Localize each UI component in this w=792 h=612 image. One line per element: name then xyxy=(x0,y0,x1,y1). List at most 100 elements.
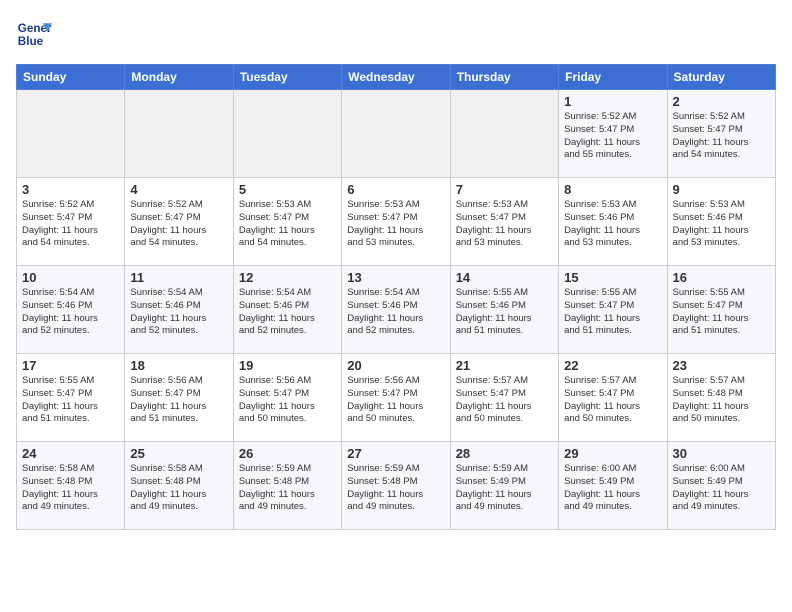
day-number: 2 xyxy=(673,94,770,109)
calendar-cell: 12 Sunrise: 5:54 AM Sunset: 5:46 PM Dayli… xyxy=(233,266,341,354)
day-number: 20 xyxy=(347,358,444,373)
calendar-cell: 19 Sunrise: 5:56 AM Sunset: 5:47 PM Dayli… xyxy=(233,354,341,442)
day-info: Sunrise: 5:56 AM Sunset: 5:47 PM Dayligh… xyxy=(239,375,336,426)
page-header: General Blue xyxy=(16,16,776,52)
day-info: Sunrise: 5:57 AM Sunset: 5:48 PM Dayligh… xyxy=(673,375,770,426)
calendar-cell: 9Sunrise: 5:53 AM Sunset: 5:46 PM Daylig… xyxy=(667,178,775,266)
day-info: Sunrise: 5:56 AM Sunset: 5:47 PM Dayligh… xyxy=(347,375,444,426)
day-number: 30 xyxy=(673,446,770,461)
calendar-week: 3 Sunrise: 5:52 AM Sunset: 5:47 PM Daylig… xyxy=(17,178,776,266)
day-info: Sunrise: 5:53 AM Sunset: 5:47 PM Dayligh… xyxy=(456,199,553,250)
calendar-cell: 15 Sunrise: 5:55 AM Sunset: 5:47 PM Dayli… xyxy=(559,266,667,354)
calendar-cell: 28 Sunrise: 5:59 AM Sunset: 5:49 PM Dayli… xyxy=(450,442,558,530)
day-number: 29 xyxy=(564,446,661,461)
calendar-cell: 23Sunrise: 5:57 AM Sunset: 5:48 PM Dayli… xyxy=(667,354,775,442)
day-number: 5 xyxy=(239,182,336,197)
day-info: Sunrise: 5:57 AM Sunset: 5:47 PM Dayligh… xyxy=(564,375,661,426)
calendar-cell: 17 Sunrise: 5:55 AM Sunset: 5:47 PM Dayli… xyxy=(17,354,125,442)
day-number: 10 xyxy=(22,270,119,285)
day-number: 16 xyxy=(673,270,770,285)
day-number: 18 xyxy=(130,358,227,373)
calendar-cell: 30Sunrise: 6:00 AM Sunset: 5:49 PM Dayli… xyxy=(667,442,775,530)
day-number: 19 xyxy=(239,358,336,373)
calendar-week: 17 Sunrise: 5:55 AM Sunset: 5:47 PM Dayli… xyxy=(17,354,776,442)
day-info: Sunrise: 5:54 AM Sunset: 5:46 PM Dayligh… xyxy=(239,287,336,338)
day-number: 12 xyxy=(239,270,336,285)
day-info: Sunrise: 5:59 AM Sunset: 5:48 PM Dayligh… xyxy=(347,463,444,514)
day-number: 8 xyxy=(564,182,661,197)
day-number: 13 xyxy=(347,270,444,285)
day-info: Sunrise: 6:00 AM Sunset: 5:49 PM Dayligh… xyxy=(564,463,661,514)
day-number: 28 xyxy=(456,446,553,461)
day-number: 25 xyxy=(130,446,227,461)
logo: General Blue xyxy=(16,16,52,52)
calendar-cell: 1 Sunrise: 5:52 AM Sunset: 5:47 PM Daylig… xyxy=(559,90,667,178)
calendar-cell: 13 Sunrise: 5:54 AM Sunset: 5:46 PM Dayli… xyxy=(342,266,450,354)
calendar-cell: 2Sunrise: 5:52 AM Sunset: 5:47 PM Daylig… xyxy=(667,90,775,178)
calendar-cell: 29 Sunrise: 6:00 AM Sunset: 5:49 PM Dayli… xyxy=(559,442,667,530)
day-info: Sunrise: 5:58 AM Sunset: 5:48 PM Dayligh… xyxy=(22,463,119,514)
day-number: 1 xyxy=(564,94,661,109)
day-info: Sunrise: 5:52 AM Sunset: 5:47 PM Dayligh… xyxy=(22,199,119,250)
calendar-cell: 16 Sunrise: 5:55 AM Sunset: 5:47 PM Dayli… xyxy=(667,266,775,354)
weekday-header: Wednesday xyxy=(342,65,450,90)
day-number: 9 xyxy=(673,182,770,197)
calendar-cell xyxy=(233,90,341,178)
day-info: Sunrise: 5:59 AM Sunset: 5:48 PM Dayligh… xyxy=(239,463,336,514)
calendar-cell: 8 Sunrise: 5:53 AM Sunset: 5:46 PM Daylig… xyxy=(559,178,667,266)
day-number: 7 xyxy=(456,182,553,197)
day-number: 11 xyxy=(130,270,227,285)
day-info: Sunrise: 5:54 AM Sunset: 5:46 PM Dayligh… xyxy=(347,287,444,338)
day-number: 6 xyxy=(347,182,444,197)
day-number: 21 xyxy=(456,358,553,373)
day-info: Sunrise: 5:54 AM Sunset: 5:46 PM Dayligh… xyxy=(22,287,119,338)
calendar-cell: 14Sunrise: 5:55 AM Sunset: 5:46 PM Dayli… xyxy=(450,266,558,354)
calendar-cell xyxy=(125,90,233,178)
day-info: Sunrise: 5:57 AM Sunset: 5:47 PM Dayligh… xyxy=(456,375,553,426)
calendar-week: 1 Sunrise: 5:52 AM Sunset: 5:47 PM Daylig… xyxy=(17,90,776,178)
day-info: Sunrise: 5:55 AM Sunset: 5:47 PM Dayligh… xyxy=(673,287,770,338)
day-info: Sunrise: 5:53 AM Sunset: 5:47 PM Dayligh… xyxy=(347,199,444,250)
calendar-cell: 22 Sunrise: 5:57 AM Sunset: 5:47 PM Dayli… xyxy=(559,354,667,442)
logo-icon: General Blue xyxy=(16,16,52,52)
calendar-cell: 5Sunrise: 5:53 AM Sunset: 5:47 PM Daylig… xyxy=(233,178,341,266)
day-number: 22 xyxy=(564,358,661,373)
weekday-header: Tuesday xyxy=(233,65,341,90)
day-info: Sunrise: 5:55 AM Sunset: 5:47 PM Dayligh… xyxy=(564,287,661,338)
calendar-table: SundayMondayTuesdayWednesdayThursdayFrid… xyxy=(16,64,776,530)
weekday-row: SundayMondayTuesdayWednesdayThursdayFrid… xyxy=(17,65,776,90)
day-info: Sunrise: 5:54 AM Sunset: 5:46 PM Dayligh… xyxy=(130,287,227,338)
calendar-week: 24 Sunrise: 5:58 AM Sunset: 5:48 PM Dayli… xyxy=(17,442,776,530)
weekday-header: Saturday xyxy=(667,65,775,90)
day-info: Sunrise: 5:53 AM Sunset: 5:46 PM Dayligh… xyxy=(564,199,661,250)
day-number: 14 xyxy=(456,270,553,285)
weekday-header: Sunday xyxy=(17,65,125,90)
calendar-cell xyxy=(450,90,558,178)
calendar-cell: 3 Sunrise: 5:52 AM Sunset: 5:47 PM Daylig… xyxy=(17,178,125,266)
calendar-cell: 24 Sunrise: 5:58 AM Sunset: 5:48 PM Dayli… xyxy=(17,442,125,530)
day-info: Sunrise: 5:55 AM Sunset: 5:47 PM Dayligh… xyxy=(22,375,119,426)
day-info: Sunrise: 5:52 AM Sunset: 5:47 PM Dayligh… xyxy=(564,111,661,162)
calendar-cell: 10 Sunrise: 5:54 AM Sunset: 5:46 PM Dayli… xyxy=(17,266,125,354)
calendar-cell: 27 Sunrise: 5:59 AM Sunset: 5:48 PM Dayli… xyxy=(342,442,450,530)
calendar-header: SundayMondayTuesdayWednesdayThursdayFrid… xyxy=(17,65,776,90)
calendar-week: 10 Sunrise: 5:54 AM Sunset: 5:46 PM Dayli… xyxy=(17,266,776,354)
calendar-cell xyxy=(342,90,450,178)
day-number: 15 xyxy=(564,270,661,285)
calendar-cell: 11 Sunrise: 5:54 AM Sunset: 5:46 PM Dayli… xyxy=(125,266,233,354)
day-info: Sunrise: 5:52 AM Sunset: 5:47 PM Dayligh… xyxy=(130,199,227,250)
day-number: 24 xyxy=(22,446,119,461)
weekday-header: Friday xyxy=(559,65,667,90)
calendar-cell: 21 Sunrise: 5:57 AM Sunset: 5:47 PM Dayli… xyxy=(450,354,558,442)
calendar-cell xyxy=(17,90,125,178)
day-number: 4 xyxy=(130,182,227,197)
weekday-header: Thursday xyxy=(450,65,558,90)
svg-text:Blue: Blue xyxy=(18,35,44,48)
calendar-cell: 7 Sunrise: 5:53 AM Sunset: 5:47 PM Daylig… xyxy=(450,178,558,266)
day-info: Sunrise: 5:59 AM Sunset: 5:49 PM Dayligh… xyxy=(456,463,553,514)
day-info: Sunrise: 5:58 AM Sunset: 5:48 PM Dayligh… xyxy=(130,463,227,514)
day-number: 3 xyxy=(22,182,119,197)
day-number: 17 xyxy=(22,358,119,373)
calendar-body: 1 Sunrise: 5:52 AM Sunset: 5:47 PM Daylig… xyxy=(17,90,776,530)
day-number: 27 xyxy=(347,446,444,461)
